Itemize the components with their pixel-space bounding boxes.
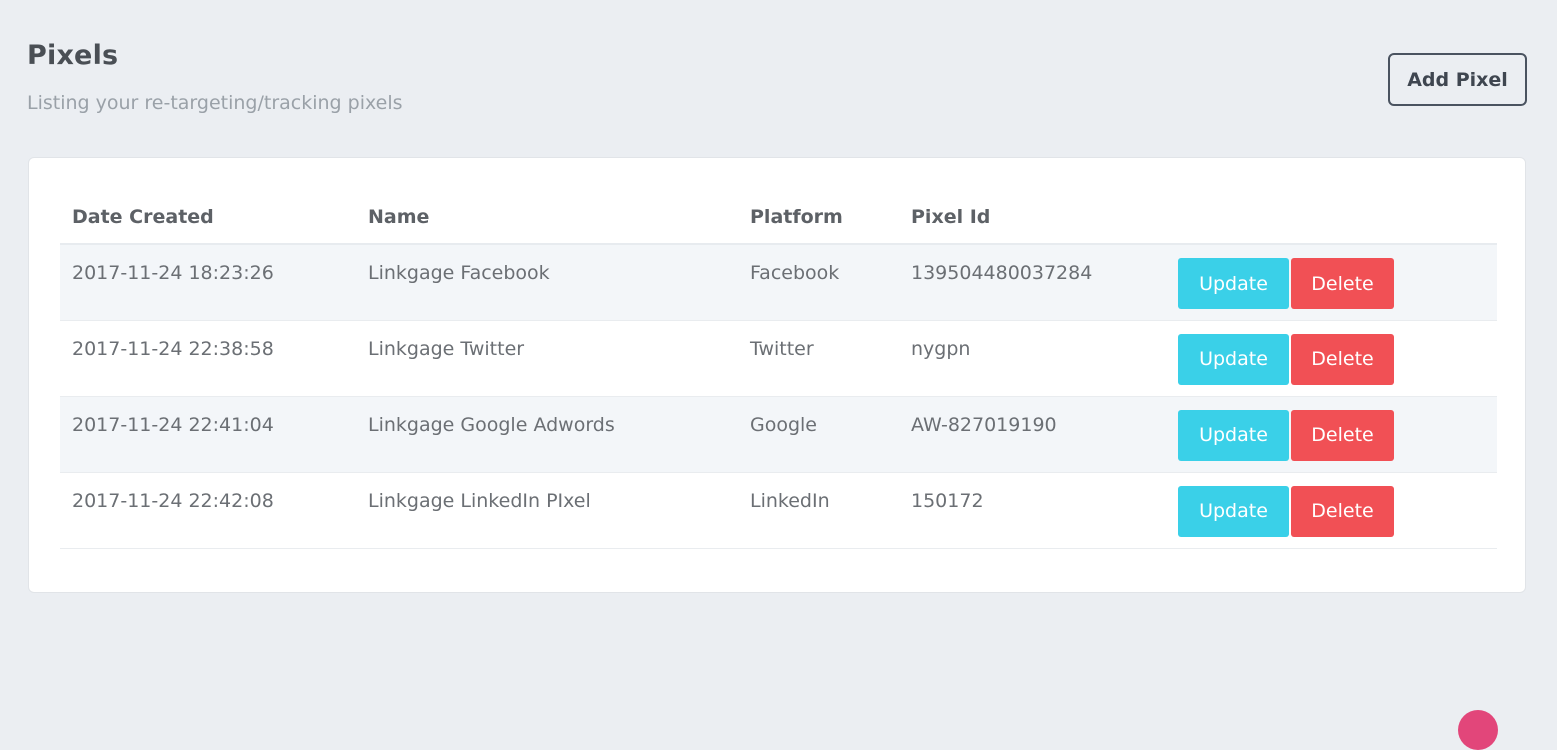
column-header-platform: Platform — [738, 191, 899, 245]
table-header-row: Date Created Name Platform Pixel Id — [60, 191, 1497, 245]
name-cell: Linkgage Twitter — [356, 320, 738, 397]
page-subtitle: Listing your re-targeting/tracking pixel… — [27, 92, 403, 114]
page-title: Pixels — [27, 40, 119, 71]
column-header-date-created: Date Created — [60, 191, 356, 245]
table-row: 2017-11-24 22:42:08 Linkgage LinkedIn PI… — [60, 472, 1497, 549]
column-header-name: Name — [356, 191, 738, 245]
table-row: 2017-11-24 22:41:04 Linkgage Google Adwo… — [60, 396, 1497, 473]
actions-cell: Update Delete — [1166, 244, 1497, 321]
delete-button[interactable]: Delete — [1291, 409, 1394, 461]
delete-button[interactable]: Delete — [1291, 258, 1394, 309]
pixels-card: Date Created Name Platform Pixel Id 2017… — [28, 157, 1526, 593]
chat-widget-button[interactable] — [1458, 710, 1498, 750]
pixel-id-cell: nygpn — [899, 320, 1166, 397]
date-created-cell: 2017-11-24 22:42:08 — [60, 472, 356, 549]
update-button[interactable]: Update — [1178, 485, 1289, 537]
date-created-cell: 2017-11-24 22:41:04 — [60, 396, 356, 473]
pixels-table: Date Created Name Platform Pixel Id 2017… — [60, 191, 1497, 549]
add-pixel-button[interactable]: Add Pixel — [1388, 53, 1527, 106]
platform-cell: Google — [738, 396, 899, 473]
update-button[interactable]: Update — [1178, 409, 1289, 461]
platform-cell: Facebook — [738, 244, 899, 321]
table-row: 2017-11-24 18:23:26 Linkgage Facebook Fa… — [60, 244, 1497, 321]
platform-cell: Twitter — [738, 320, 899, 397]
update-button[interactable]: Update — [1178, 258, 1289, 309]
date-created-cell: 2017-11-24 22:38:58 — [60, 320, 356, 397]
update-button[interactable]: Update — [1178, 333, 1289, 385]
name-cell: Linkgage LinkedIn PIxel — [356, 472, 738, 549]
column-header-pixel-id: Pixel Id — [899, 191, 1166, 245]
actions-cell: Update Delete — [1166, 472, 1497, 549]
platform-cell: LinkedIn — [738, 472, 899, 549]
pixel-id-cell: 150172 — [899, 472, 1166, 549]
actions-cell: Update Delete — [1166, 396, 1497, 473]
actions-cell: Update Delete — [1166, 320, 1497, 397]
table-row: 2017-11-24 22:38:58 Linkgage Twitter Twi… — [60, 320, 1497, 397]
page-header: Pixels Listing your re-targeting/trackin… — [27, 40, 1527, 130]
pixel-id-cell: AW-827019190 — [899, 396, 1166, 473]
column-header-actions — [1166, 191, 1497, 245]
delete-button[interactable]: Delete — [1291, 333, 1394, 385]
name-cell: Linkgage Google Adwords — [356, 396, 738, 473]
name-cell: Linkgage Facebook — [356, 244, 738, 321]
delete-button[interactable]: Delete — [1291, 485, 1394, 537]
date-created-cell: 2017-11-24 18:23:26 — [60, 244, 356, 321]
pixel-id-cell: 139504480037284 — [899, 244, 1166, 321]
